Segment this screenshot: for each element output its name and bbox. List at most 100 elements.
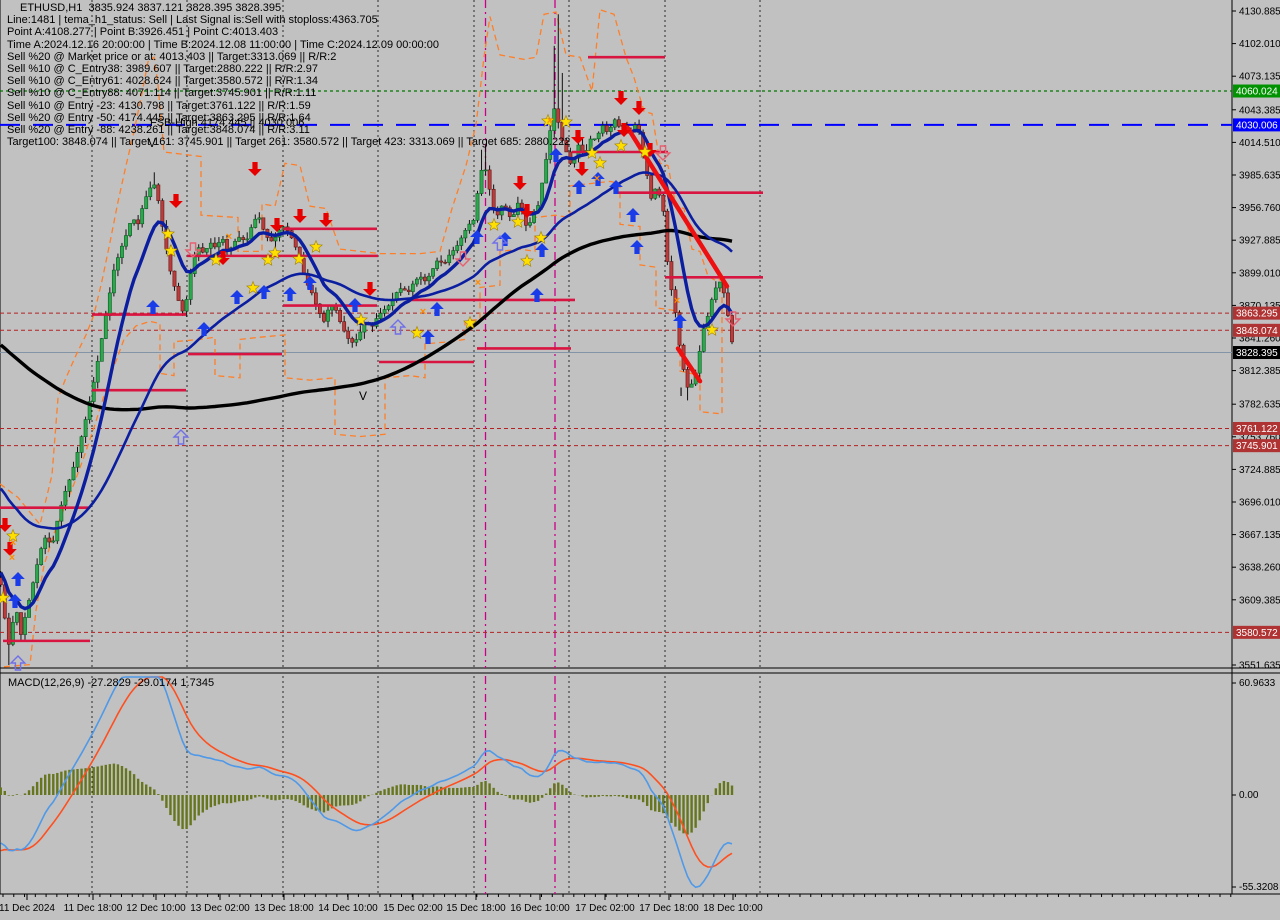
time-axis-label: 14 Dec 10:00	[318, 903, 378, 914]
candle-body	[128, 223, 132, 236]
macd-histogram-bar	[528, 795, 532, 803]
macd-histogram-bar	[641, 795, 645, 803]
macd-histogram-bar	[181, 795, 184, 830]
x-mark-icon: ×	[226, 231, 232, 243]
candle-body	[172, 270, 177, 287]
candle-body	[604, 125, 609, 132]
candle-body	[19, 612, 23, 635]
price-badge-label: 3863.295	[1236, 309, 1278, 320]
candle-body	[463, 230, 468, 239]
price-tick-label: 3956.760	[1239, 203, 1280, 214]
candle-body	[338, 309, 343, 322]
price-tick-label: 3927.885	[1239, 236, 1280, 247]
macd-histogram-bar	[140, 781, 144, 795]
candle-body	[55, 520, 60, 542]
x-mark-icon: ×	[10, 537, 16, 549]
candle-body	[47, 537, 52, 543]
candle-body	[330, 306, 334, 311]
candle-body	[237, 237, 242, 242]
macd-histogram-bar	[540, 795, 544, 798]
macd-histogram-bar	[520, 795, 524, 800]
macd-histogram-bar	[617, 795, 621, 797]
candle-body	[612, 119, 617, 128]
time-axis-label: 13 Dec 18:00	[254, 903, 314, 914]
candle-body	[136, 219, 141, 225]
macd-indicator-label: MACD(12,26,9) -27.2829 -29.0174 1.7345	[8, 677, 215, 689]
candle-body	[91, 381, 96, 402]
macd-histogram-bar	[601, 795, 604, 796]
macd-histogram-bar	[120, 765, 124, 795]
macd-histogram-bar	[698, 795, 701, 821]
time-axis-label: 17 Dec 02:00	[575, 903, 635, 914]
macd-histogram-bar	[375, 792, 378, 795]
candle-body	[580, 144, 585, 152]
candle-body	[144, 196, 149, 209]
macd-histogram-bar	[116, 764, 120, 795]
candle-body	[455, 245, 460, 251]
candle-body	[689, 383, 694, 388]
macd-histogram-bar	[589, 795, 592, 798]
macd-histogram-bar	[342, 795, 346, 806]
macd-histogram-bar	[387, 787, 390, 795]
macd-histogram-bar	[221, 795, 225, 804]
macd-histogram-bar	[266, 795, 269, 799]
candle-body	[269, 237, 274, 242]
macd-histogram-bar	[318, 795, 322, 812]
candle-body	[273, 236, 278, 242]
info-line-7: Sell %10 @ C_Entry88: 4071.114 || Target…	[7, 87, 317, 100]
candle-body	[451, 250, 456, 256]
candle-body	[79, 436, 84, 453]
candle-body	[67, 479, 72, 492]
macd-histogram-bar	[492, 787, 495, 795]
candle-body	[200, 247, 205, 253]
macd-histogram-bar	[282, 795, 285, 800]
candle-body	[253, 218, 258, 228]
candle-body	[717, 281, 722, 289]
price-tick-label: 3724.885	[1239, 465, 1280, 476]
macd-histogram-bar	[383, 789, 386, 795]
macd-histogram-bar	[536, 795, 540, 801]
macd-histogram-bar	[193, 795, 196, 821]
candle-body	[406, 289, 411, 292]
candle-body	[99, 338, 104, 362]
macd-histogram-bar	[391, 786, 394, 795]
macd-histogram-bar	[581, 795, 584, 797]
macd-histogram-bar	[56, 772, 59, 795]
candle-body	[241, 237, 246, 240]
macd-histogram-bar	[124, 768, 128, 795]
macd-histogram-bar	[613, 795, 617, 796]
macd-histogram-bar	[233, 795, 237, 803]
macd-histogram-bar	[395, 785, 398, 795]
candle-body	[176, 285, 181, 301]
macd-histogram-bar	[569, 792, 572, 795]
candle-body	[204, 248, 209, 253]
macd-histogram-bar	[448, 787, 451, 795]
macd-histogram-bar	[403, 784, 406, 795]
macd-histogram-bar	[136, 778, 140, 795]
price-badge-label: 3580.572	[1236, 628, 1278, 639]
macd-histogram-bar	[0, 787, 2, 795]
candle-body	[701, 328, 706, 352]
candle-body	[180, 300, 185, 312]
x-mark-icon: ×	[594, 173, 600, 185]
candle-body	[419, 276, 423, 280]
macd-histogram-bar	[185, 795, 188, 829]
macd-histogram-bar	[544, 793, 548, 795]
macd-histogram-bar	[302, 795, 305, 806]
macd-histogram-bar	[60, 771, 63, 795]
candle-body	[354, 339, 359, 343]
macd-tick-label: -55.3208	[1239, 882, 1279, 893]
price-badge-label: 4060.024	[1236, 87, 1278, 98]
macd-histogram-bar	[157, 794, 160, 795]
macd-histogram-bar	[96, 766, 99, 795]
macd-histogram-bar	[597, 795, 600, 797]
candle-body	[71, 466, 76, 481]
price-tick-label: 3551.635	[1239, 661, 1280, 672]
macd-histogram-bar	[153, 789, 156, 795]
macd-histogram-bar	[460, 787, 463, 795]
candle-body	[63, 490, 68, 506]
info-line-0: ETHUSD,H1 3835.924 3837.121 3828.395 382…	[20, 2, 282, 14]
candle-body	[111, 269, 116, 294]
time-axis-label: 17 Dec 18:00	[639, 903, 699, 914]
candle-body	[608, 126, 613, 132]
